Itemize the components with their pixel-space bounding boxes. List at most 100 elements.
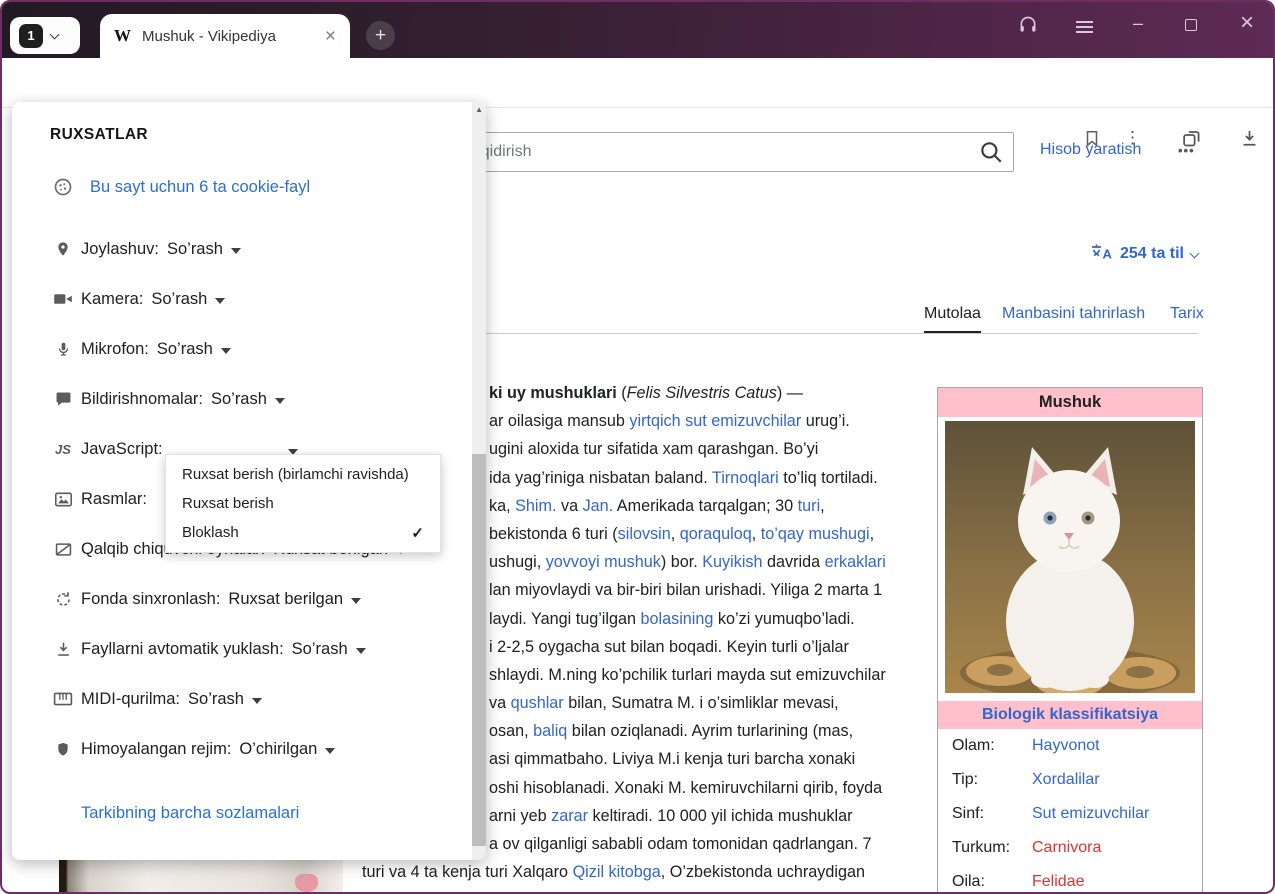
menu-icon[interactable]: [1076, 18, 1093, 36]
article-link[interactable]: baliq: [533, 722, 567, 740]
article-text-segment: arni yeb: [489, 807, 551, 825]
infobox-section-header: Biologik klassifikatsiya: [938, 701, 1202, 729]
permission-row-javascript: JS JavaScript:: [52, 436, 163, 462]
permission-row-images: Rasmlar:: [52, 486, 147, 512]
article-text-segment: laydi. Yangi tug’ilgan: [489, 610, 641, 628]
create-account-link[interactable]: Hisob yaratish: [1040, 141, 1141, 159]
chevron-down-icon: [1190, 248, 1200, 258]
tab-group-button[interactable]: 1: [10, 17, 80, 54]
permission-row-microphone: Mikrofon: So’rash: [52, 336, 231, 362]
article-text-segment: ka,: [489, 497, 515, 515]
article-text-segment: to’liq tortiladi.: [779, 469, 878, 487]
taxonomy-link[interactable]: Carnivora: [1032, 839, 1101, 857]
tab-read[interactable]: Mutolaa: [924, 305, 981, 333]
permission-label: Himoyalangan rejim:: [81, 740, 231, 759]
article-link[interactable]: yirtqich: [629, 412, 680, 430]
cookies-link[interactable]: Bu sayt uchun 6 ta cookie-fayl: [52, 174, 310, 200]
maximize-button[interactable]: [1185, 18, 1197, 36]
permission-row-auto-download: Fayllarni avtomatik yuklash: So’rash: [52, 636, 366, 662]
permission-value-dropdown[interactable]: So’rash: [167, 240, 241, 259]
article-text-segment: va: [489, 694, 511, 712]
menu-option-allow-default[interactable]: Ruxsat berish (birlamchi ravishda): [166, 460, 440, 489]
new-tab-button[interactable]: +: [366, 21, 395, 50]
chevron-down-icon: [252, 698, 262, 704]
article-text-segment: ar oilasiga mansub: [489, 412, 629, 430]
taxonomy-link[interactable]: Felidae: [1032, 873, 1084, 891]
taxonomy-row: Tip: Xordalilar: [938, 763, 1202, 797]
article-link[interactable]: Shim.: [515, 497, 556, 515]
chevron-down-icon: [356, 648, 366, 654]
article-link[interactable]: yovvoyi mushuk: [546, 553, 661, 571]
permission-row-camera: Kamera: So’rash: [52, 286, 225, 312]
taxonomy-link[interactable]: Sut emizuvchilar: [1032, 805, 1149, 823]
location-icon: [52, 239, 74, 259]
chevron-down-icon: [215, 298, 225, 304]
article-link[interactable]: to’qay mushugi: [761, 525, 870, 543]
permission-value-dropdown[interactable]: So’rash: [157, 340, 231, 359]
article-text-segment: Amerikada tarqalgan; 30: [613, 497, 797, 515]
permission-label: Bildirishnomalar:: [81, 390, 203, 409]
scrollbar-thumb[interactable]: [472, 454, 486, 846]
downloads-icon[interactable]: [1240, 127, 1259, 154]
article-link[interactable]: turi: [798, 497, 821, 515]
permission-value-dropdown[interactable]: Ruxsat berilgan: [228, 590, 361, 609]
article-text-segment: bilan oziqlanadi. Ayrim turlarining (mas…: [567, 722, 853, 740]
close-button[interactable]: ×: [1240, 9, 1254, 37]
article-text-segment: asi qimmatbaho. Liviya M.i kenja turi ba…: [489, 750, 855, 768]
taxonomy-link[interactable]: Xordalilar: [1032, 771, 1100, 789]
permission-value-dropdown[interactable]: So’rash: [151, 290, 225, 309]
article-link[interactable]: Jan.: [583, 497, 614, 515]
infobox: Mushuk Biologik klassifikatsiya Ol: [937, 387, 1203, 894]
tab-close-button[interactable]: ×: [325, 27, 336, 46]
article-link[interactable]: qoraquloq: [680, 525, 752, 543]
article-text-segment: ,: [671, 525, 680, 543]
menu-option-block[interactable]: Bloklash ✓: [166, 518, 440, 547]
search-icon[interactable]: [978, 139, 1004, 170]
permission-value-dropdown[interactable]: O’chirilgan: [239, 740, 335, 759]
article-text-line: turi va 4 ta kenja turi Xalqaro Qizil ki…: [362, 858, 940, 886]
taxonomy-label: Oila:: [952, 873, 1032, 891]
page-more-button[interactable]: •••: [1178, 143, 1195, 158]
article-text-segment: , O’zbekistonda uchraydigan: [661, 863, 865, 881]
permission-value-dropdown[interactable]: So’rash: [211, 390, 285, 409]
permission-value-dropdown[interactable]: So’rash: [292, 640, 366, 659]
article-link[interactable]: sut emizuvchilar: [685, 412, 801, 430]
article-link[interactable]: Qizil kitobga: [573, 863, 661, 881]
headset-icon[interactable]: [1018, 15, 1038, 40]
article-link[interactable]: erkaklari: [825, 553, 886, 571]
article-text-segment: ida yag’riniga nisbatan baland.: [489, 469, 712, 487]
cat-nose-detail: [295, 874, 318, 892]
menu-option-allow[interactable]: Ruxsat berish: [166, 489, 440, 518]
taxonomy-link[interactable]: Hayvonot: [1032, 737, 1100, 755]
article-text-segment: ,: [870, 525, 875, 543]
tab-history[interactable]: Tarix: [1170, 305, 1204, 331]
article-link[interactable]: silovsin: [618, 525, 671, 543]
language-count-label: 254 ta til: [1120, 245, 1184, 263]
browser-tab-active[interactable]: W Mushuk - Vikipediya ×: [100, 14, 350, 58]
permission-row-location: Joylashuv: So’rash: [52, 236, 241, 262]
article-link[interactable]: Tirnoqlari: [712, 469, 779, 487]
tab-edit-source[interactable]: Manbasini tahrirlash: [1002, 305, 1145, 331]
article-text-segment: i 2-2,5 oygacha sut bilan boqadi. Keyin …: [489, 638, 849, 656]
content-settings-link[interactable]: Tarkibning barcha sozlamalari: [81, 804, 299, 823]
article-text-segment: ,: [752, 525, 761, 543]
permission-label: Mikrofon:: [81, 340, 149, 359]
chevron-down-icon: [351, 598, 361, 604]
article-link[interactable]: zarar: [551, 807, 588, 825]
permission-value-dropdown[interactable]: So’rash: [188, 690, 262, 709]
article-link[interactable]: bolasining: [641, 610, 714, 628]
midi-icon: [52, 691, 74, 707]
permission-row-protected-mode: Himoyalangan rejim: O’chirilgan: [52, 736, 335, 762]
browser-tab-bar: 1 W Mushuk - Vikipediya × + – ×: [2, 2, 1273, 58]
language-selector[interactable]: A 254 ta til: [1090, 243, 1198, 265]
article-text-segment: urug’i.: [801, 412, 850, 430]
microphone-icon: [52, 339, 74, 359]
permission-row-midi: MIDI-qurilma: So’rash: [52, 686, 262, 712]
panel-scrollbar[interactable]: ▲: [472, 102, 486, 860]
article-link[interactable]: qushlar: [511, 694, 564, 712]
minimize-button[interactable]: –: [1133, 13, 1143, 34]
scroll-up-arrow[interactable]: ▲: [475, 105, 483, 114]
article-text-segment: ko’zi yumuqbo’ladi.: [713, 610, 854, 628]
browser-window: 1 W Mushuk - Vikipediya × + – × ← → Я ht…: [0, 0, 1275, 894]
article-link[interactable]: Kuyikish: [702, 553, 762, 571]
